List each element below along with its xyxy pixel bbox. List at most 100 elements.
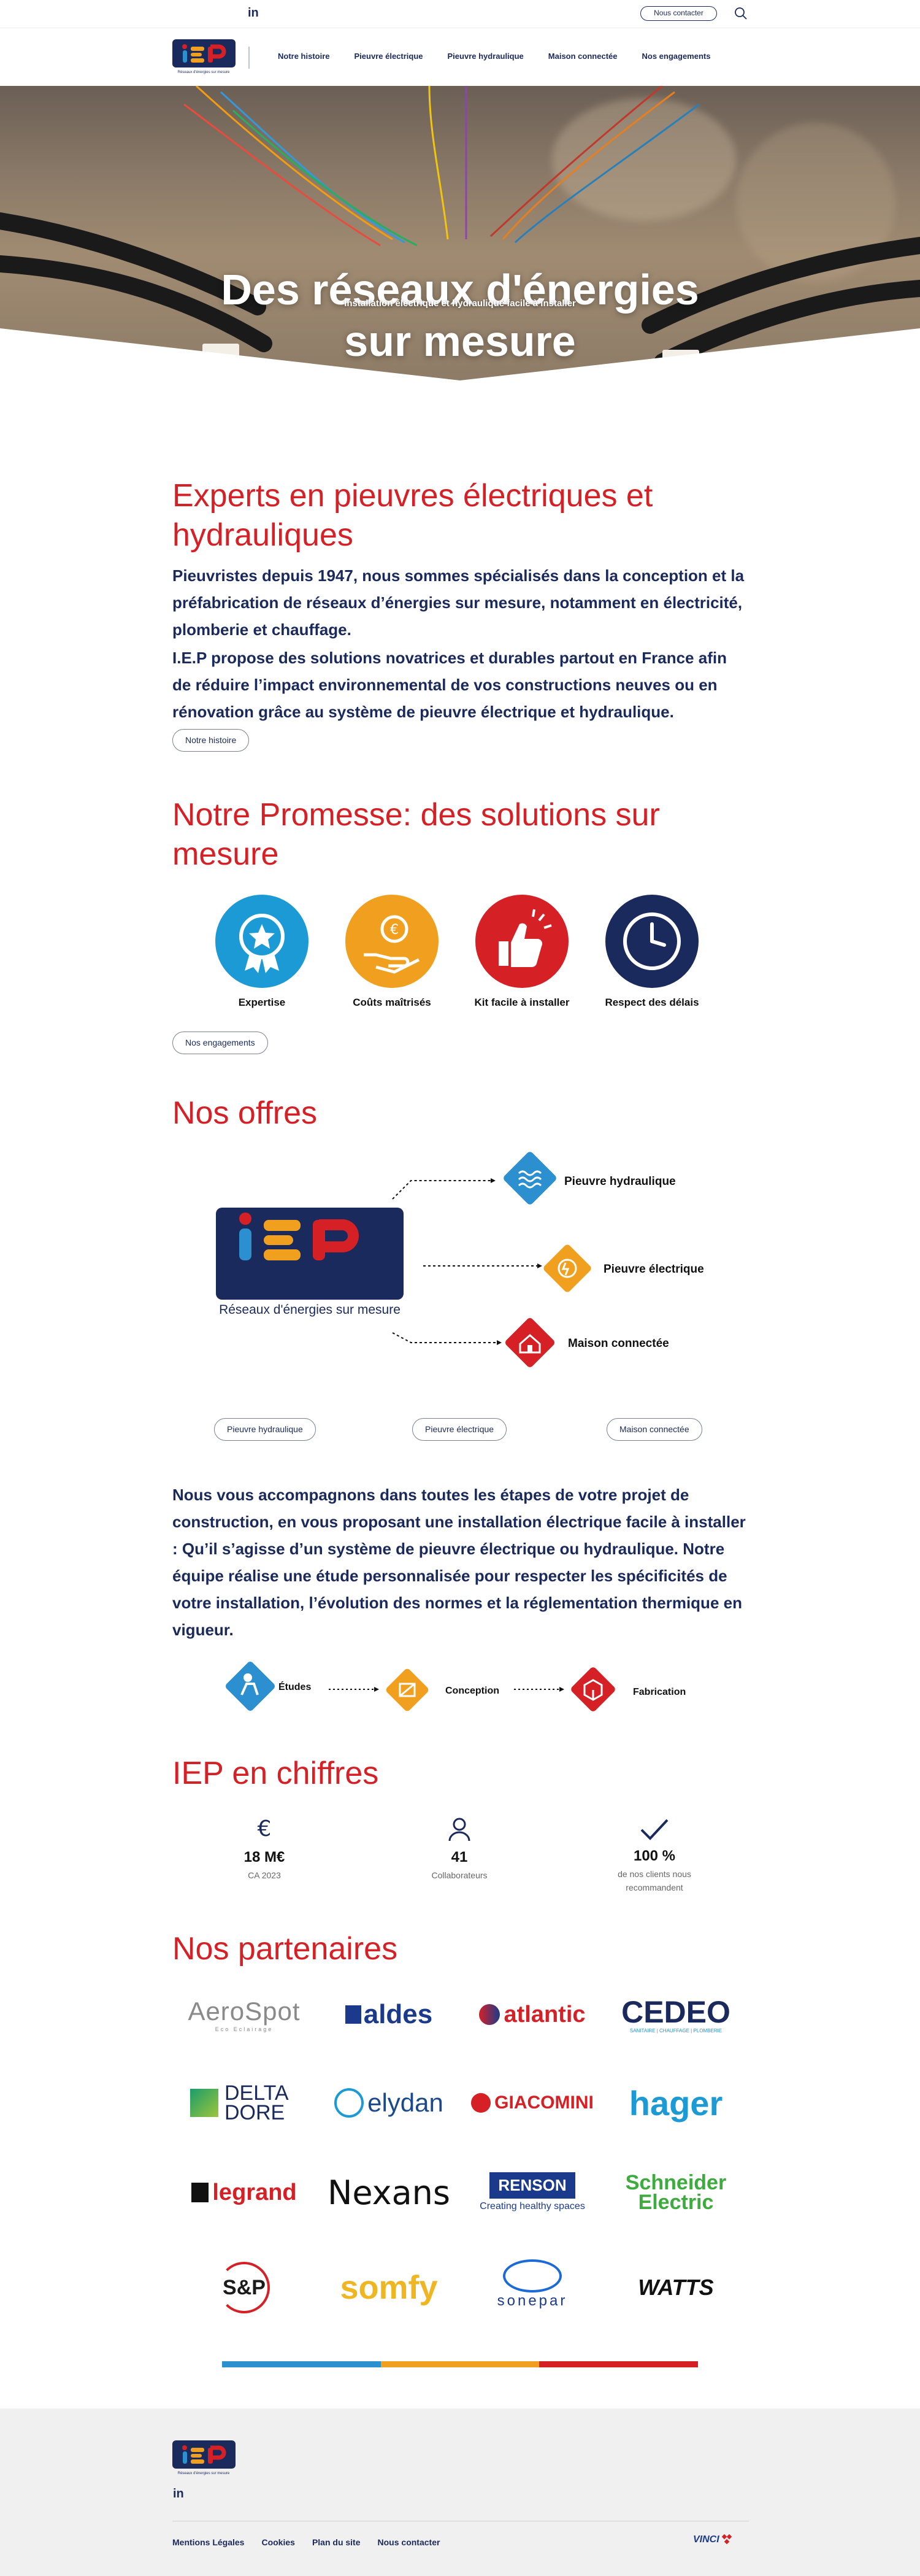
svg-text:€: €	[390, 922, 399, 938]
offer-button-electrique[interactable]: Pieuvre électrique	[412, 1418, 507, 1441]
clock-icon	[605, 895, 699, 988]
hero-banner: Des réseaux d'énergies sur mesure	[0, 86, 920, 393]
thumbs-up-icon	[475, 895, 569, 988]
figure-caption: Collaborateurs	[431, 1870, 488, 1880]
partners-title: Nos partenaires	[172, 1931, 398, 1967]
figure-value: 18 M€	[243, 1849, 285, 1865]
partner-logo-aerospot: AeroSpot Eco Eclairage	[188, 1997, 301, 2032]
experts-title: Experts en pieuvres électriques et hydra…	[172, 478, 653, 553]
nav-item-pieuvre-electrique[interactable]: Pieuvre électrique	[355, 52, 423, 61]
promise-delais: Respect des délais	[591, 895, 713, 1009]
header-divider	[248, 47, 250, 69]
partner-logo-atlantic: atlantic	[471, 1993, 594, 2036]
promise-section: Notre Promesse: des solutions sur mesure	[172, 795, 749, 874]
page: in Nous contacter Réseaux d'énergies sur…	[0, 0, 920, 2576]
design-icon	[386, 1668, 429, 1711]
svg-text:Réseaux d'énergies sur mesure: Réseaux d'énergies sur mesure	[178, 71, 230, 74]
partner-logo-giacomini: GIACOMINI	[471, 2081, 594, 2124]
offer-button-hydraulique[interactable]: Pieuvre hydraulique	[214, 1418, 316, 1441]
figure-value: 41	[451, 1849, 468, 1865]
figure-caption: CA 2023	[248, 1870, 281, 1880]
nav-item-histoire[interactable]: Notre histoire	[278, 52, 330, 61]
offer-label: Pieuvre électrique	[604, 1263, 704, 1276]
box-icon	[571, 1667, 615, 1711]
experts-section: Experts en pieuvres électriques et hydra…	[172, 476, 749, 752]
notre-histoire-button[interactable]: Notre histoire	[172, 729, 250, 752]
partner-logo-somfy: somfy	[340, 2269, 438, 2306]
nav-item-maison-connectee[interactable]: Maison connectée	[548, 52, 618, 61]
figures-title: IEP en chiffres	[172, 1756, 379, 1791]
step-label: Conception	[445, 1686, 499, 1696]
hero-title: Des réseaux d'énergies sur mesure	[221, 266, 699, 365]
top-bar: in Nous contacter	[0, 0, 920, 28]
svg-text:Réseaux d'énergies sur mesure: Réseaux d'énergies sur mesure	[178, 2472, 230, 2475]
offers-diagram: Réseaux d'énergies sur mesure Pieuvre hy…	[216, 1152, 704, 1367]
euro-icon: €	[257, 1816, 272, 1841]
promise-label: Respect des délais	[605, 997, 699, 1008]
connected-house-icon	[505, 1318, 554, 1367]
offer-label: Pieuvre hydraulique	[564, 1175, 676, 1188]
footer-link-contact[interactable]: Nous contacter	[378, 2537, 440, 2547]
plug-icon	[543, 1244, 591, 1292]
footer-links: Mentions Légales Cookies Plan du site No…	[172, 2537, 457, 2547]
main-header: Réseaux d'énergies sur mesure Notre hist…	[0, 28, 920, 86]
offer-label: Maison connectée	[568, 1337, 669, 1350]
partner-logo-delta-dore: DELTA DORE	[183, 2081, 305, 2124]
nav-item-engagements[interactable]: Nos engagements	[642, 52, 710, 61]
vinci-logo: VINCI	[693, 2534, 734, 2546]
main-menu: Notre histoire Pieuvre électrique Pieuvr…	[278, 52, 735, 61]
partner-logo-watts: WATTS	[638, 2275, 714, 2300]
promise-label: Coûts maîtrisés	[353, 997, 431, 1008]
footer-link-plan[interactable]: Plan du site	[312, 2537, 361, 2547]
figure-caption: de nos clients nous recommandent	[618, 1869, 691, 1892]
footer: Réseaux d'énergies sur mesure in Mention…	[0, 2408, 920, 2576]
svg-text:Réseaux d'énergies sur mesure: Réseaux d'énergies sur mesure	[219, 1303, 401, 1317]
nav-item-pieuvre-hydraulique[interactable]: Pieuvre hydraulique	[448, 52, 524, 61]
linkedin-icon[interactable]: in	[248, 6, 259, 20]
study-icon	[226, 1662, 275, 1711]
partner-logo-aldes: aldes	[328, 1993, 450, 2036]
partner-logo-sonepar: sonepar	[471, 2254, 594, 2315]
footer-logo[interactable]: Réseaux d'énergies sur mesure	[172, 2440, 236, 2479]
euro-hand-icon: €	[345, 895, 439, 988]
footer-link-mentions[interactable]: Mentions Légales	[172, 2537, 244, 2547]
color-band	[222, 2361, 699, 2367]
partner-logo-nexans: Nexans	[327, 2173, 451, 2212]
water-icon	[504, 1152, 556, 1205]
process-steps: Études Conception Fabrication	[226, 1662, 686, 1711]
footer-linkedin-icon[interactable]: in	[173, 2487, 184, 2501]
offer-button-maison[interactable]: Maison connectée	[607, 1418, 702, 1441]
footer-link-cookies[interactable]: Cookies	[261, 2537, 294, 2547]
figure-recommend: 100 % de nos clients nous recommandent	[578, 1816, 731, 1894]
search-icon[interactable]	[734, 6, 748, 21]
partner-logo-elydan: elydan	[328, 2081, 450, 2124]
partner-logo-legrand: legrand	[183, 2171, 305, 2214]
promise-kit: Kit facile à installer	[461, 895, 583, 1009]
partner-logo-sp: S&P	[183, 2260, 305, 2315]
partner-logo-cedeo: CEDEO SANITAIRE | CHAUFFAGE | PLOMBERIE	[621, 1994, 730, 2034]
award-icon	[215, 895, 309, 988]
hero-subtitle: Installation électrique et hydraulique f…	[344, 298, 576, 309]
figure-revenue: € 18 M€ CA 2023	[188, 1816, 341, 1882]
partner-logo-schneider: Schneider Electric	[625, 2171, 727, 2214]
offers-title: Nos offres	[172, 1095, 318, 1131]
promise-couts: € Coûts maîtrisés	[331, 895, 453, 1009]
site-logo[interactable]: Réseaux d'énergies sur mesure	[172, 39, 236, 75]
figure-staff: 41 Collaborateurs	[383, 1816, 536, 1882]
partner-logo-hager: hager	[629, 2083, 723, 2123]
person-icon	[448, 1818, 470, 1841]
accompany-paragraph: Nous vous accompagnons dans toutes les é…	[172, 1486, 746, 1639]
figure-value: 100 %	[633, 1848, 676, 1864]
step-label: Études	[278, 1681, 311, 1692]
experts-paragraph-2: I.E.P propose des solutions novatrices e…	[172, 649, 727, 721]
promise-expertise: Expertise	[201, 895, 323, 1009]
promise-title: Notre Promesse: des solutions sur mesure	[172, 797, 660, 872]
promise-label: Kit facile à installer	[474, 997, 570, 1008]
contact-button[interactable]: Nous contacter	[640, 6, 717, 21]
nos-engagements-button[interactable]: Nos engagements	[172, 1032, 268, 1054]
partner-logo-renson: RENSON Creating healthy spaces	[471, 2165, 594, 2219]
promise-label: Expertise	[238, 997, 286, 1008]
step-label: Fabrication	[633, 1687, 686, 1697]
check-icon	[640, 1819, 669, 1840]
experts-paragraph-1: Pieuvristes depuis 1947, nous sommes spé…	[172, 566, 745, 639]
